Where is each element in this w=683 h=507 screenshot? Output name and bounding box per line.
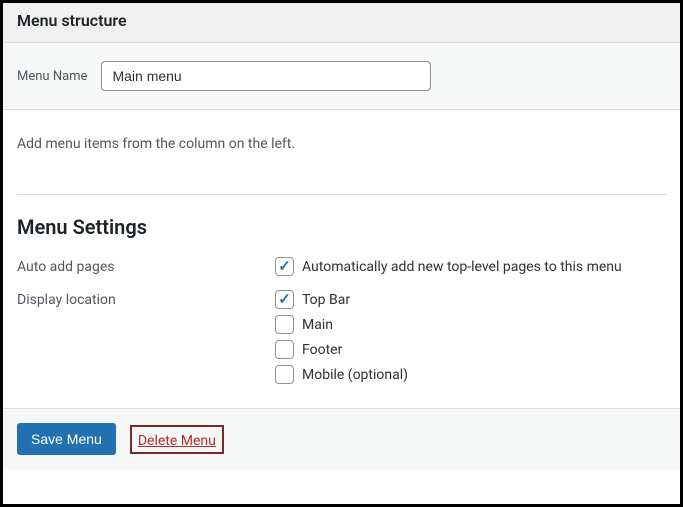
checkbox-main[interactable]	[275, 315, 294, 334]
menu-name-input[interactable]	[101, 61, 431, 91]
checkbox-footer[interactable]	[275, 340, 294, 359]
option-label-top-bar: Top Bar	[302, 292, 350, 308]
help-text: Add menu items from the column on the le…	[17, 136, 666, 152]
auto-add-pages-label: Auto add pages	[17, 257, 275, 275]
display-location-row: Display location Top Bar Main Footer Mob…	[17, 290, 666, 384]
checkbox-auto-add[interactable]	[275, 257, 294, 276]
display-location-label: Display location	[17, 290, 275, 308]
panel-footer: Save Menu Delete Menu	[3, 408, 680, 469]
option-label-main: Main	[302, 317, 333, 333]
display-location-options: Top Bar Main Footer Mobile (optional)	[275, 290, 408, 384]
auto-add-option-label: Automatically add new top-level pages to…	[302, 259, 622, 275]
display-location-option-top-bar[interactable]: Top Bar	[275, 290, 408, 309]
delete-menu-highlight: Delete Menu	[130, 425, 224, 454]
delete-menu-link[interactable]: Delete Menu	[138, 433, 216, 449]
display-location-option-footer[interactable]: Footer	[275, 340, 408, 359]
panel-title: Menu structure	[17, 11, 666, 30]
divider	[17, 194, 666, 195]
panel-body: Add menu items from the column on the le…	[3, 110, 680, 408]
display-location-option-main[interactable]: Main	[275, 315, 408, 334]
checkbox-top-bar[interactable]	[275, 290, 294, 309]
option-label-mobile: Mobile (optional)	[302, 367, 408, 383]
menu-name-label: Menu Name	[17, 69, 87, 84]
menu-structure-panel: Menu structure Menu Name Add menu items …	[0, 0, 683, 507]
option-label-footer: Footer	[302, 342, 342, 358]
auto-add-option[interactable]: Automatically add new top-level pages to…	[275, 257, 622, 276]
auto-add-options: Automatically add new top-level pages to…	[275, 257, 622, 276]
panel-header: Menu structure	[3, 3, 680, 43]
menu-settings-heading: Menu Settings	[17, 215, 666, 239]
checkbox-mobile[interactable]	[275, 365, 294, 384]
save-menu-button[interactable]: Save Menu	[17, 423, 116, 455]
display-location-option-mobile[interactable]: Mobile (optional)	[275, 365, 408, 384]
auto-add-pages-row: Auto add pages Automatically add new top…	[17, 257, 666, 276]
menu-name-section: Menu Name	[3, 43, 680, 110]
